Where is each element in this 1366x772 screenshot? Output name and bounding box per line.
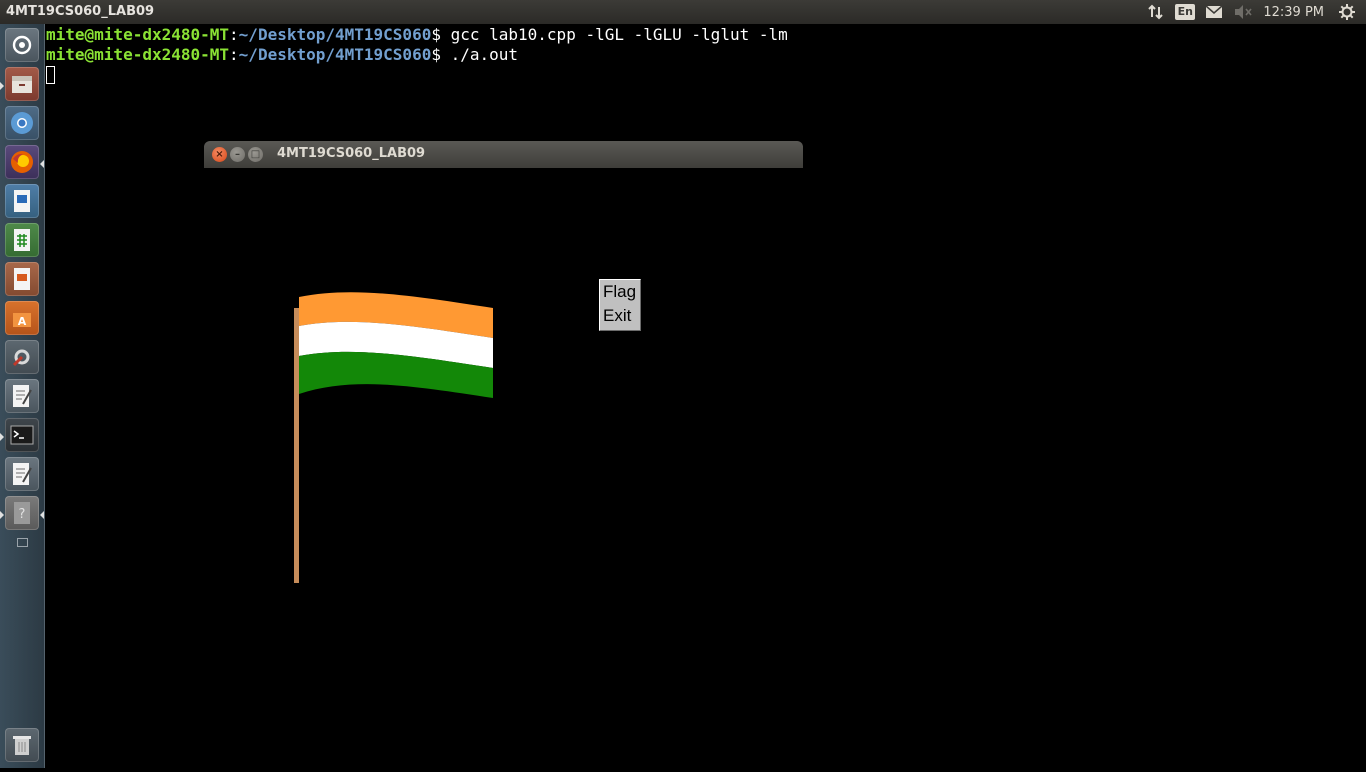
glut-window-title: 4MT19CS060_LAB09 — [277, 146, 426, 161]
menu-item-exit[interactable]: Exit — [603, 304, 631, 328]
chromium-icon[interactable] — [5, 106, 39, 140]
gear-icon[interactable] — [1338, 0, 1356, 24]
files-icon[interactable] — [5, 67, 39, 101]
prompt-path: ~/Desktop/4MT19CS060 — [238, 45, 432, 64]
firefox-icon[interactable] — [5, 145, 39, 179]
prompt-path: ~/Desktop/4MT19CS060 — [238, 25, 432, 44]
prompt-symbol: $ — [431, 25, 451, 44]
prompt-separator: : — [229, 45, 239, 64]
impress-icon[interactable] — [5, 262, 39, 296]
running-indicator — [0, 511, 4, 519]
mail-icon[interactable] — [1205, 0, 1223, 24]
terminal-cursor — [46, 66, 55, 84]
focus-indicator — [40, 511, 44, 519]
launcher: A ? — [0, 24, 45, 768]
terminal-icon[interactable] — [5, 418, 39, 452]
menu-item-flag[interactable]: Flag — [603, 280, 636, 304]
prompt-user: mite@mite-dx2480-MT — [46, 25, 230, 44]
prompt-user: mite@mite-dx2480-MT — [46, 45, 230, 64]
focus-indicator — [40, 160, 44, 168]
maximize-button[interactable]: □ — [248, 147, 263, 162]
svg-text:A: A — [18, 315, 27, 328]
text-editor-icon[interactable] — [5, 379, 39, 413]
trash-icon[interactable] — [5, 728, 39, 762]
prompt-symbol: $ — [431, 45, 451, 64]
running-indicator — [0, 433, 4, 441]
top-panel: 4MT19CS060_LAB09 En 12:39 PM — [0, 0, 1366, 24]
close-button[interactable]: × — [212, 147, 227, 162]
keyboard-layout-label: En — [1175, 4, 1196, 20]
command-text: ./a.out — [450, 45, 519, 64]
system-settings-icon[interactable] — [5, 340, 39, 374]
glut-window-titlebar[interactable]: × – □ 4MT19CS060_LAB09 — [204, 141, 803, 169]
network-icon[interactable] — [1147, 0, 1165, 24]
writer-icon[interactable] — [5, 184, 39, 218]
flag-drawing — [294, 292, 493, 583]
glut-context-menu[interactable]: Flag Exit — [599, 279, 641, 331]
flag-pole — [294, 308, 299, 583]
ubuntu-dash-icon[interactable] — [5, 28, 39, 62]
svg-text:?: ? — [19, 507, 26, 522]
keyboard-layout-icon[interactable]: En — [1175, 0, 1196, 24]
active-window-title: 4MT19CS060_LAB09 — [6, 4, 155, 19]
terminal-line: mite@mite-dx2480-MT:~/Desktop/4MT19CS060… — [46, 45, 518, 65]
running-indicator — [0, 82, 4, 90]
prompt-separator: : — [229, 25, 239, 44]
minimize-button[interactable]: – — [230, 147, 245, 162]
terminal-line: mite@mite-dx2480-MT:~/Desktop/4MT19CS060… — [46, 25, 788, 45]
volume-muted-icon[interactable] — [1233, 0, 1253, 24]
calc-icon[interactable] — [5, 223, 39, 257]
clock[interactable]: 12:39 PM — [1263, 0, 1324, 24]
text-editor-icon[interactable] — [5, 457, 39, 491]
software-center-icon[interactable]: A — [5, 301, 39, 335]
help-icon[interactable]: ? — [5, 496, 39, 530]
command-text: gcc lab10.cpp -lGL -lGLU -lglut -lm — [450, 25, 788, 44]
indicator-area: En 12:39 PM — [1147, 0, 1366, 24]
glut-canvas[interactable] — [204, 168, 803, 768]
workspace-switcher-icon[interactable] — [17, 538, 28, 547]
